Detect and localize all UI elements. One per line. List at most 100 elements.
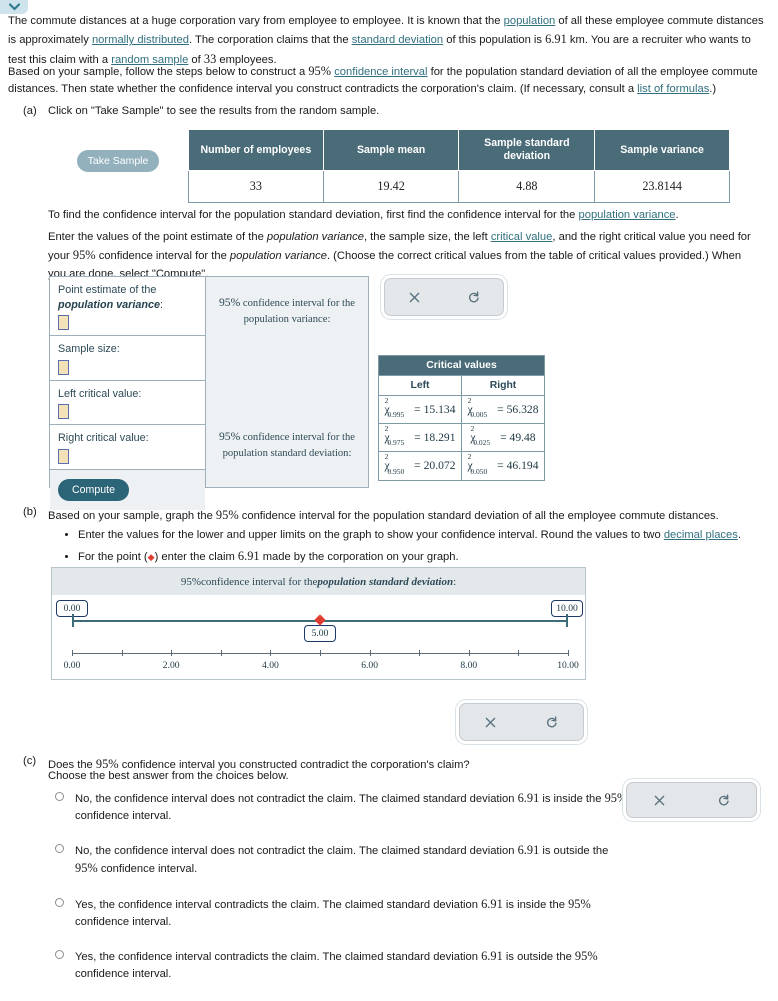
axis-tick-label: 6.00 <box>361 660 378 671</box>
left-critical-value-input[interactable] <box>58 404 69 420</box>
right-critical-value-input[interactable] <box>58 448 69 464</box>
choice-text: confidence interval. <box>75 916 172 929</box>
interval-left-cap <box>72 614 74 627</box>
choice-text: Yes, the confidence interval contradicts… <box>75 951 482 964</box>
choice-text: No, the confidence interval does not con… <box>75 793 518 805</box>
table-row: χ20.950 = 20.072 χ20.050 = 46.194 <box>378 451 545 481</box>
bullet-text: . <box>737 529 741 541</box>
confidence-interval-graph: 95% confidence interval for the populati… <box>51 567 586 680</box>
crit-value: 20.072 <box>423 459 456 473</box>
link-critical-value[interactable]: critical value <box>491 231 553 243</box>
instruction-pct: 95% <box>72 248 96 263</box>
point-value-input[interactable]: 5.00 <box>304 625 336 642</box>
part-b-pct: 95% <box>215 508 239 522</box>
collapse-tab[interactable] <box>0 0 28 14</box>
choice-pct: 95% <box>568 897 591 912</box>
choice-text: confidence interval. <box>75 809 172 822</box>
list-item: For the point (◆) enter the claim 6.91 m… <box>78 547 770 566</box>
compute-button[interactable]: Compute <box>58 478 129 501</box>
crit-right-2: χ20.050 = 46.194 <box>461 451 545 481</box>
axis-tick-label: 4.00 <box>261 660 279 671</box>
result-sd-pct: 95% <box>219 429 241 443</box>
part-a-text: Click on "Take Sample" to see the result… <box>48 105 380 117</box>
reset-icon[interactable] <box>522 704 584 740</box>
cell-employees: 33 <box>188 170 324 204</box>
controls-part-c <box>626 782 757 818</box>
result-sd-text: confidence interval for the population s… <box>222 431 355 459</box>
axis-tick <box>270 650 272 656</box>
link-list-of-formulas[interactable]: list of formulas <box>637 83 709 95</box>
radio-button-4[interactable] <box>55 950 64 960</box>
axis-tick <box>369 650 371 656</box>
graph-title-emphasis: population standard deviation <box>317 575 454 588</box>
controls-part-b <box>459 703 584 741</box>
choice-pct: 95% <box>604 791 628 805</box>
intro-paragraph-1: The commute distances at a huge corporat… <box>8 13 770 69</box>
column-header-sd: Sample standard deviation <box>458 128 596 172</box>
close-icon[interactable] <box>460 704 522 740</box>
table-row: 33 19.42 4.88 23.8144 <box>188 170 730 204</box>
close-icon[interactable] <box>627 783 692 817</box>
close-icon[interactable] <box>385 279 444 315</box>
crit-right-1: χ20.025 = 49.48 <box>461 423 545 453</box>
claim-value: 6.91 <box>237 548 260 563</box>
graph-title: 95% confidence interval for the populati… <box>52 568 585 595</box>
link-population[interactable]: population <box>504 15 556 27</box>
link-standard-deviation[interactable]: standard deviation <box>352 34 443 46</box>
choice-1[interactable]: No, the confidence interval does not con… <box>53 790 633 824</box>
sample-results-table: Number of employees Sample mean Sample s… <box>188 128 730 204</box>
link-population-variance[interactable]: population variance <box>579 209 676 221</box>
choice-3[interactable]: Yes, the confidence interval contradicts… <box>53 896 633 930</box>
axis-tick <box>419 650 421 656</box>
result-variance-text: confidence interval for the population v… <box>240 298 355 325</box>
chi-exponent: 2 <box>384 452 389 462</box>
point-estimate-input[interactable] <box>58 315 69 331</box>
part-a-label: (a) <box>23 105 37 117</box>
instruction-line-1: To find the confidence interval for the … <box>48 207 770 224</box>
equals-sign: = <box>414 402 421 416</box>
diamond-icon: ◆ <box>147 551 155 562</box>
instruction-italic: population variance <box>266 231 364 243</box>
field-label: Sample size: <box>58 343 120 356</box>
instruction-italic: population variance <box>229 250 327 263</box>
reset-icon[interactable] <box>692 783 757 817</box>
take-sample-button[interactable]: Take Sample <box>77 150 159 172</box>
radio-button-1[interactable] <box>55 792 64 801</box>
link-normally-distributed[interactable]: normally distributed <box>92 34 189 46</box>
crit-title-row: Critical values <box>378 355 545 376</box>
column-header-variance: Sample variance <box>594 128 730 172</box>
sample-size-input[interactable] <box>58 359 69 375</box>
chi-exponent: 2 <box>384 396 389 405</box>
field-label-emphasis: population variance <box>58 298 160 311</box>
interval-right-cap <box>566 614 568 627</box>
crit-value: 18.291 <box>423 431 456 445</box>
choice-text: confidence interval. <box>75 968 172 981</box>
link-decimal-places[interactable]: decimal places <box>664 529 738 541</box>
crit-left-1: χ20.975 = 18.291 <box>378 423 462 453</box>
part-c-subinstruction: Choose the best answer from the choices … <box>48 770 289 782</box>
axis-tick <box>518 650 520 656</box>
radio-button-3[interactable] <box>55 898 64 908</box>
axis-tick-label: 8.00 <box>460 660 478 671</box>
part-c-label: (c) <box>23 755 37 767</box>
axis-tick <box>171 650 173 656</box>
axis-tick-label: 10.00 <box>557 660 579 671</box>
results-column: 95% confidence interval for the populati… <box>206 277 368 487</box>
field-label: Left critical value: <box>58 387 142 400</box>
bullet-text: ) enter the claim <box>154 550 238 563</box>
link-confidence-interval[interactable]: confidence interval <box>334 66 427 78</box>
crit-value: 56.328 <box>506 402 539 416</box>
choice-4[interactable]: Yes, the confidence interval contradicts… <box>53 948 633 982</box>
intro-text: The commute distances at a huge corporat… <box>8 15 504 27</box>
part-b-text: confidence interval for the population s… <box>238 510 719 522</box>
radio-button-2[interactable] <box>55 844 64 854</box>
choice-2[interactable]: No, the confidence interval does not con… <box>53 842 633 878</box>
intro-text: .) <box>709 83 717 96</box>
field-point-estimate: Point estimate of the population varianc… <box>50 277 205 337</box>
part-b-text: Based on your sample, graph the <box>48 510 216 522</box>
axis-tick-label: 0.00 <box>63 660 81 671</box>
reset-icon[interactable] <box>444 279 503 315</box>
table-row: χ20.995 = 15.134 χ20.005 = 56.328 <box>378 394 545 425</box>
confidence-level-value: 95% <box>308 64 332 78</box>
column-header-employees: Number of employees <box>188 128 324 172</box>
